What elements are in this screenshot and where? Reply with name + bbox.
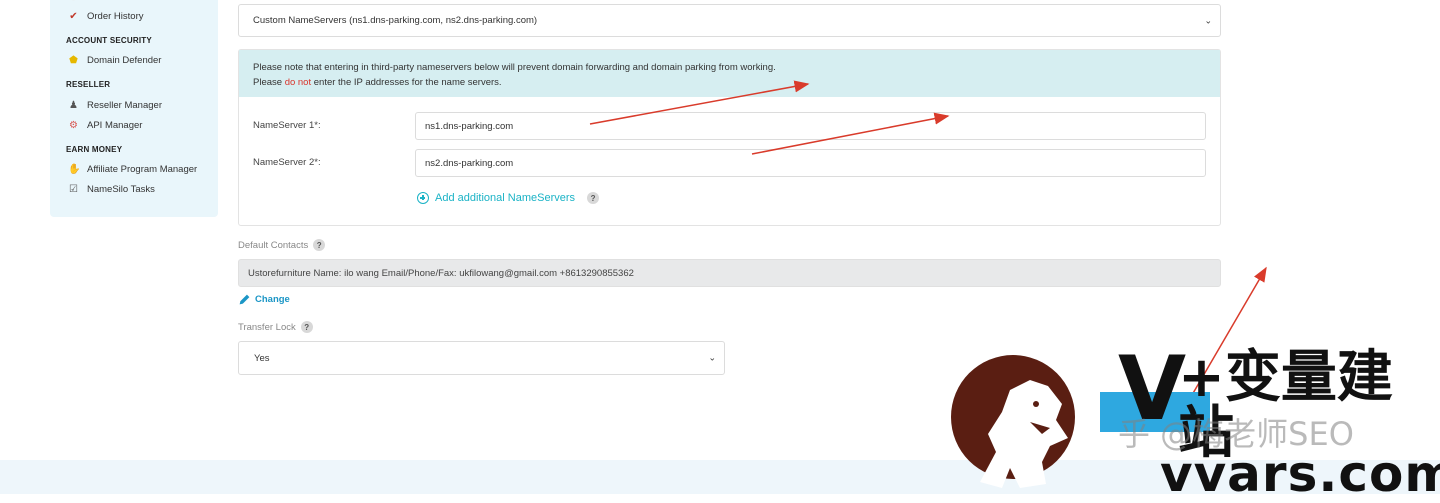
default-contacts-field: Ustorefurniture Name: ilo wang Email/Pho…	[238, 259, 1221, 287]
sidebar-item-reseller-manager[interactable]: ♟ Reseller Manager	[68, 100, 162, 111]
checklist-icon: ✔	[69, 11, 78, 22]
nameservers-panel: Please note that entering in third-party…	[238, 49, 1221, 226]
default-contacts-label-text: Default Contacts	[238, 239, 309, 251]
brand-chinese-text: +变量建站	[1178, 345, 1393, 466]
add-nameservers-link[interactable]: Add additional NameServers ?	[417, 192, 600, 204]
sidebar-item-partial[interactable]: ▪	[68, 0, 79, 5]
task-list-icon: ☑	[69, 184, 78, 195]
annotation-arrow-3	[1191, 266, 1267, 396]
default-contacts-label: Default Contacts ?	[238, 239, 326, 251]
sidebar-item-label: Affiliate Program Manager	[87, 164, 198, 175]
sidebar-item-label: API Manager	[87, 120, 143, 131]
help-icon[interactable]: ?	[313, 239, 326, 251]
brand-letter: V	[1118, 337, 1187, 440]
sidebar-item-label: Domain Defender	[87, 55, 162, 66]
zhihu-watermark-text: 乎 @梅老师SEO	[1118, 415, 1354, 453]
sidebar-item-label: Reseller Manager	[87, 100, 162, 111]
change-contacts-link[interactable]: Change	[238, 293, 290, 306]
nameserver-2-input[interactable]: ns2.dns-parking.com	[415, 149, 1206, 177]
handshake-icon: ✋	[68, 164, 81, 175]
alert-line-2: Please do not enter the IP addresses for…	[253, 75, 1220, 90]
nameserver-type-select[interactable]: Custom NameServers (ns1.dns-parking.com,…	[238, 4, 1221, 37]
nameserver-1-input[interactable]: ns1.dns-parking.com	[415, 112, 1206, 140]
transfer-lock-select[interactable]: Yes ⌄	[238, 341, 725, 375]
shield-icon: ⬟	[69, 55, 78, 66]
help-icon[interactable]: ?	[300, 321, 313, 333]
tag-icon: ▪	[68, 0, 79, 5]
sidebar-item-label: NameSilo Tasks	[87, 184, 155, 195]
change-label: Change	[255, 294, 290, 305]
chevron-down-icon: ⌄	[1204, 15, 1212, 25]
alert-line-1: Please note that entering in third-party…	[253, 62, 776, 73]
transfer-lock-value: Yes	[254, 352, 270, 364]
nameserver-2-label: NameServer 2*:	[253, 157, 321, 168]
alert-line-2-prefix: Please	[253, 77, 285, 88]
sidebar-item-order-history[interactable]: ✔ Order History	[68, 11, 143, 22]
sidebar-item-affiliate-program-manager[interactable]: ✋ Affiliate Program Manager	[68, 164, 197, 175]
nameserver-type-value: Custom NameServers (ns1.dns-parking.com,…	[253, 15, 538, 26]
pencil-icon	[239, 294, 250, 305]
sidebar-item-domain-defender[interactable]: ⬟ Domain Defender	[68, 55, 161, 66]
nameserver-warning-alert: Please note that entering in third-party…	[239, 50, 1220, 97]
sidebar-heading-account-security: ACCOUNT SECURITY	[66, 36, 152, 45]
transfer-lock-label: Transfer Lock ?	[238, 321, 313, 333]
chevron-down-icon: ⌄	[708, 352, 716, 363]
account-sidebar: ▪ ✔ Order History ACCOUNT SECURITY ⬟ Dom…	[50, 0, 218, 217]
person-icon: ♟	[69, 100, 78, 111]
sidebar-item-namesilo-tasks[interactable]: ☑ NameSilo Tasks	[68, 184, 155, 195]
transfer-lock-label-text: Transfer Lock	[238, 321, 296, 333]
add-nameservers-label: Add additional NameServers	[435, 192, 576, 204]
hidden-button-fragment	[1100, 392, 1210, 432]
alert-do-not-text: do not	[284, 77, 312, 88]
help-icon[interactable]: ?	[587, 192, 600, 204]
sidebar-item-api-manager[interactable]: ⚙ API Manager	[68, 120, 142, 131]
nameserver-1-label: NameServer 1*:	[253, 120, 321, 131]
sidebar-heading-earn-money: EARN MONEY	[66, 145, 123, 154]
footer-band	[0, 460, 1440, 494]
sidebar-heading-reseller: RESELLER	[66, 80, 111, 89]
api-gear-icon: ⚙	[69, 120, 78, 131]
plus-circle-icon	[417, 192, 429, 204]
alert-line-2-suffix: enter the IP addresses for the name serv…	[311, 77, 502, 88]
sidebar-item-label: Order History	[87, 11, 144, 22]
